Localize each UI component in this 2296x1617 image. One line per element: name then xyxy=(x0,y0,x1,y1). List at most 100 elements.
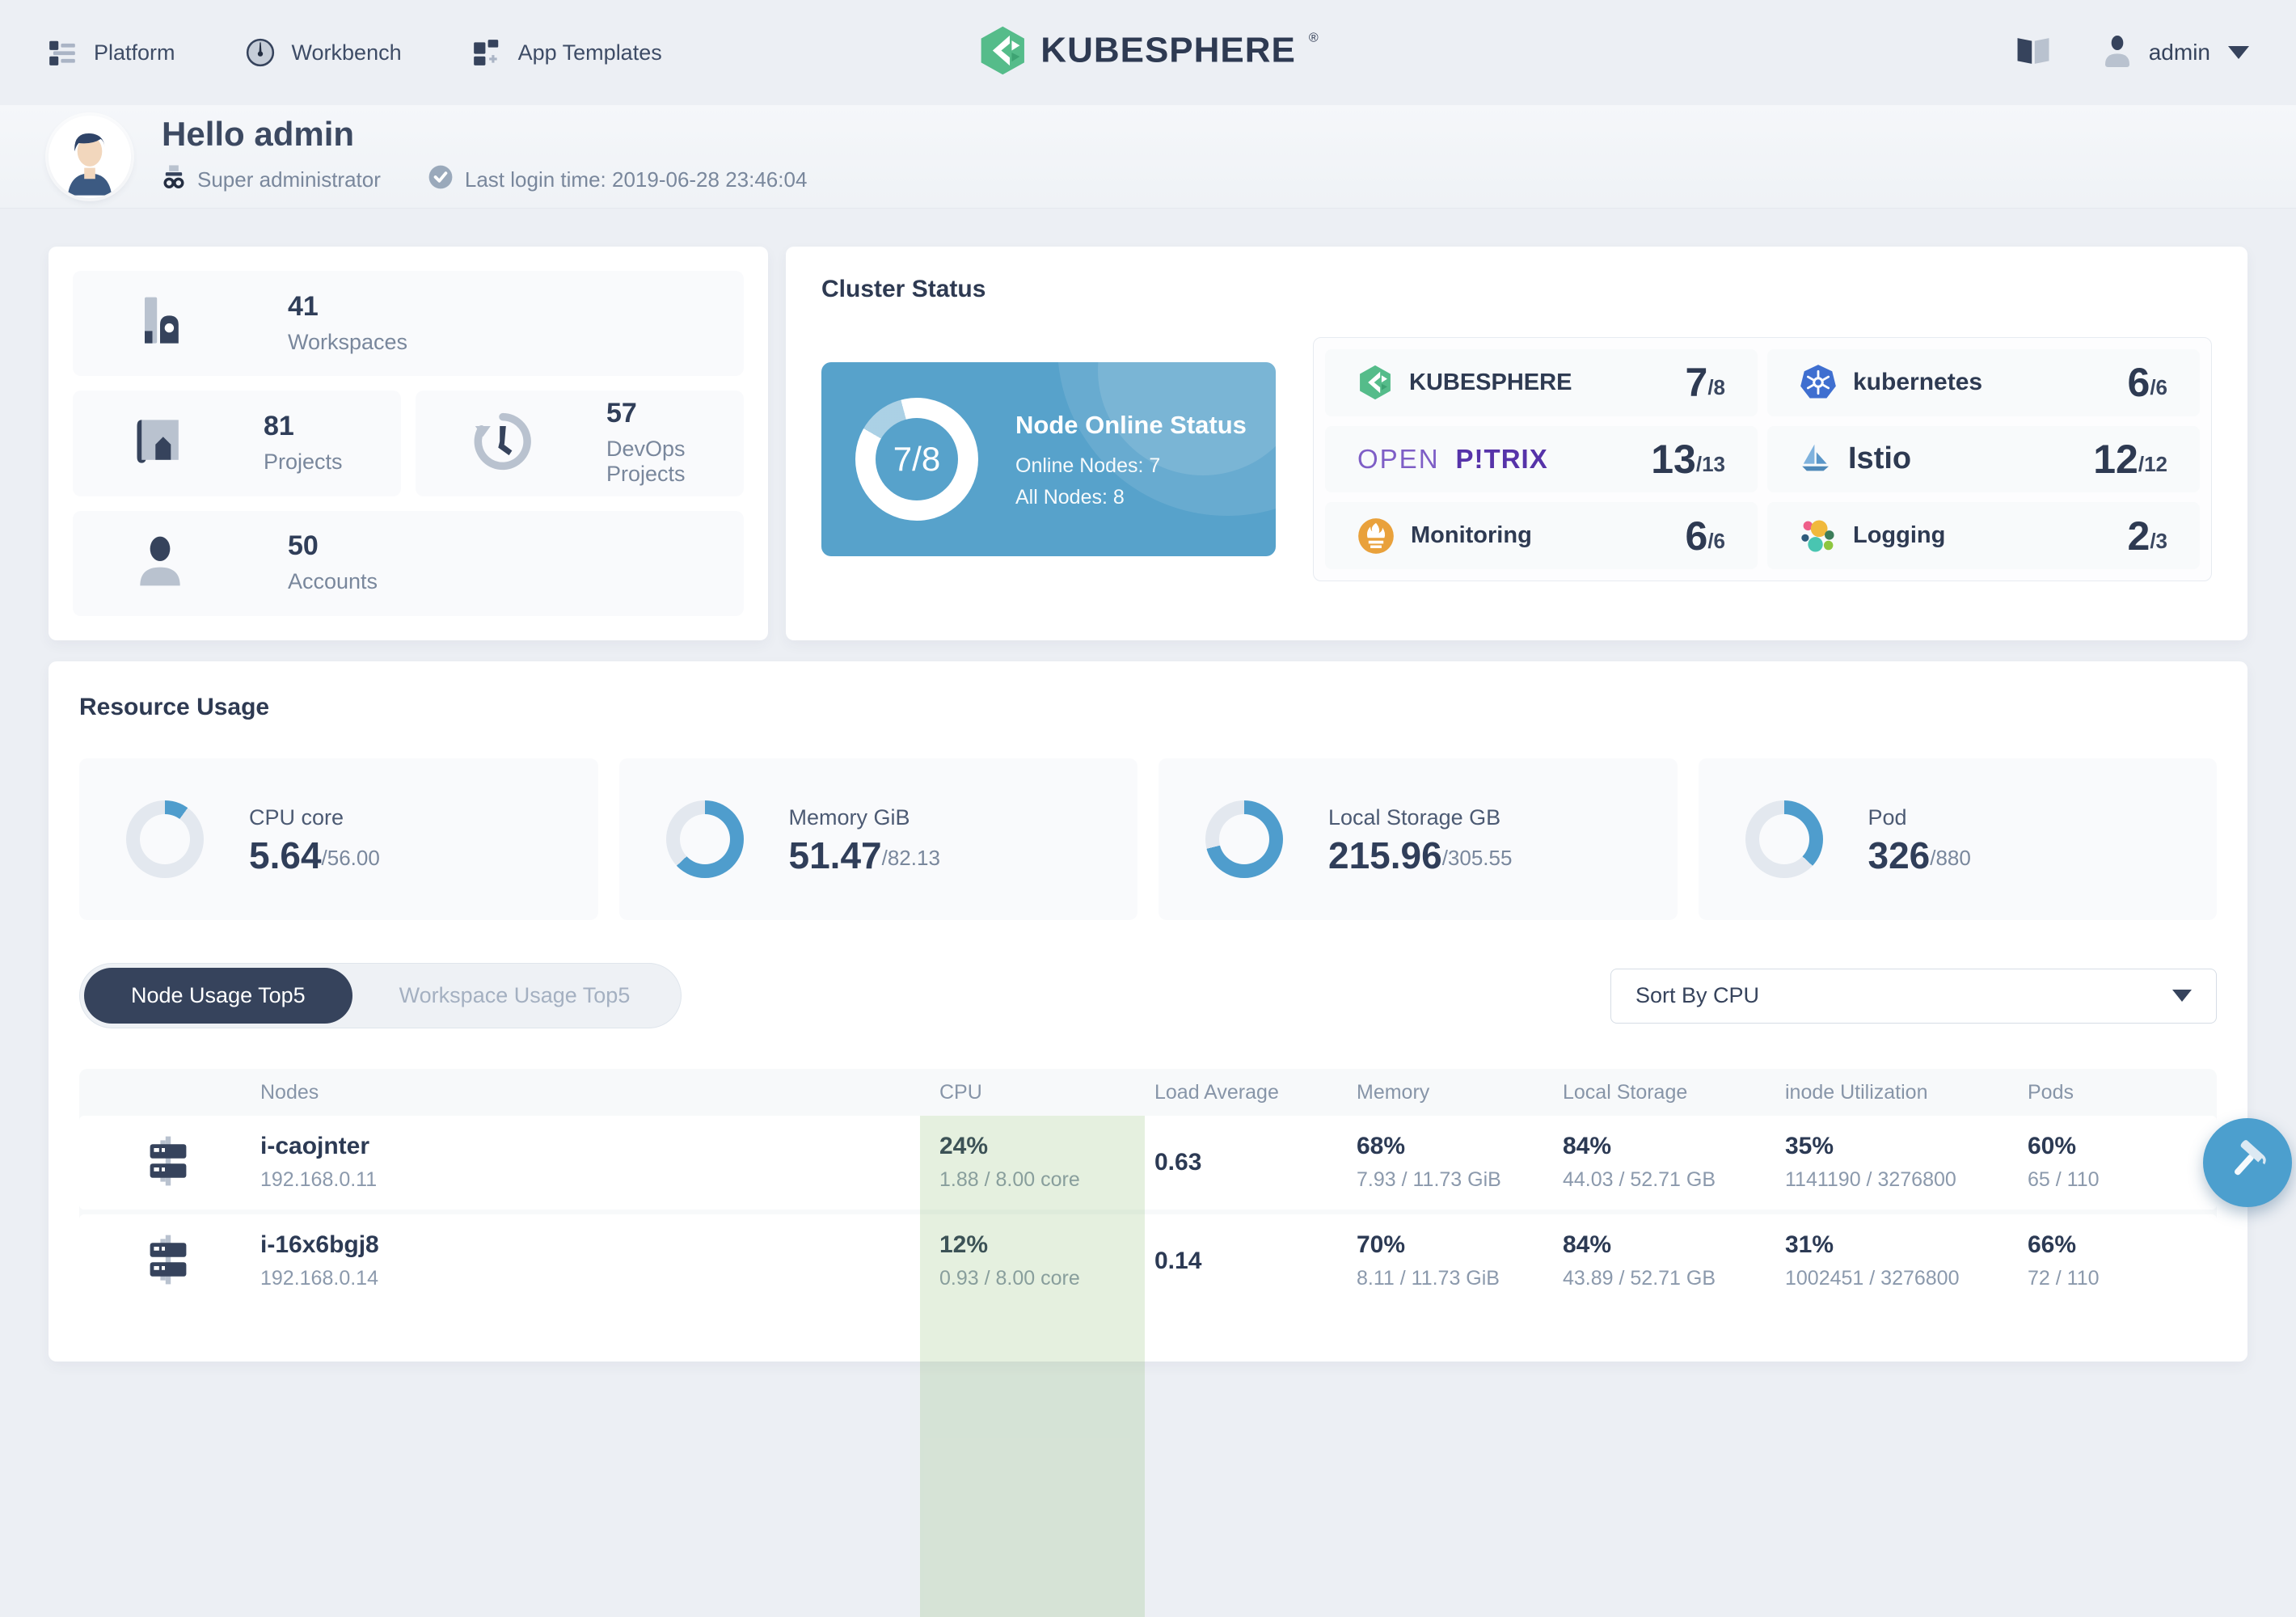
nav-item-label: Workbench xyxy=(291,40,402,65)
node-usage-table: Nodes CPU Load Average Memory Local Stor… xyxy=(79,1069,2217,1617)
clock-check-icon xyxy=(428,164,454,196)
service-total: /6 xyxy=(1707,528,1725,553)
memory-percent: 70% xyxy=(1357,1231,1406,1258)
overview-stats-card: 41 Workspaces 81 Projects 57 DevOps Proj… xyxy=(49,247,768,640)
greeting-title: Hello admin xyxy=(162,115,355,153)
devops-icon xyxy=(472,411,534,476)
col-header-memory: Memory xyxy=(1357,1080,1430,1104)
projects-tile[interactable]: 81 Projects xyxy=(73,391,401,496)
workbench-icon xyxy=(245,37,276,68)
service-monitoring: Monitoring 6 /6 xyxy=(1325,502,1758,569)
devops-label: DevOps Projects xyxy=(606,437,686,487)
tab-node-usage-top5[interactable]: Node Usage Top5 xyxy=(84,968,352,1024)
service-value: 12 xyxy=(2093,436,2138,482)
nav-item-platform[interactable]: Platform xyxy=(47,37,175,68)
pods-percent: 60% xyxy=(2028,1132,2077,1159)
toolbox-fab-button[interactable] xyxy=(2203,1118,2292,1207)
istio-icon xyxy=(1800,441,1832,478)
cpu-detail: 0.93 / 8.00 core xyxy=(939,1266,1080,1290)
table-header-row: Nodes CPU Load Average Memory Local Stor… xyxy=(79,1069,2217,1116)
devops-tile[interactable]: 57 DevOps Projects xyxy=(416,391,744,496)
cpu-metric-card: CPU core 5.64 /56.00 xyxy=(79,758,598,920)
storage-detail: 44.03 / 52.71 GB xyxy=(1563,1167,1716,1191)
user-menu[interactable]: admin xyxy=(2104,35,2249,71)
user-menu-caret-icon xyxy=(2228,46,2249,59)
nav-item-app-templates[interactable]: App Templates xyxy=(471,37,662,68)
memory-detail: 7.93 / 11.73 GiB xyxy=(1357,1167,1501,1191)
nav-item-label: Platform xyxy=(94,40,175,65)
nav-right-group: admin xyxy=(2015,35,2249,71)
service-total: /6 xyxy=(2150,375,2167,400)
docs-book-icon[interactable] xyxy=(2015,35,2052,71)
tab-workspace-usage-top5[interactable]: Workspace Usage Top5 xyxy=(352,968,677,1024)
service-istio: Istio 12 /12 xyxy=(1767,425,2200,493)
service-total: /12 xyxy=(2138,451,2167,476)
user-role: Super administrator xyxy=(162,164,381,196)
inode-detail: 1002451 / 3276800 xyxy=(1785,1266,1960,1290)
pods-percent: 66% xyxy=(2028,1231,2077,1258)
workspaces-tile[interactable]: 41 Workspaces xyxy=(73,271,744,377)
openpitrix-wordmark-bold: P!TRIX xyxy=(1455,443,1548,474)
hammer-icon xyxy=(2222,1136,2273,1190)
metric-total: /305.55 xyxy=(1441,845,1513,870)
inode-percent: 35% xyxy=(1785,1132,1834,1159)
kubesphere-service-icon xyxy=(1357,364,1393,401)
service-value: 6 xyxy=(1685,513,1708,559)
service-name-label: KUBESPHERE xyxy=(1409,369,1572,395)
service-name-label: kubernetes xyxy=(1853,369,1983,396)
memory-donut xyxy=(665,800,744,878)
accounts-label: Accounts xyxy=(288,569,378,594)
node-ip: 192.168.0.14 xyxy=(260,1266,378,1290)
cluster-status-title: Cluster Status xyxy=(821,276,986,302)
platform-icon xyxy=(47,37,78,68)
service-total: /3 xyxy=(2150,528,2167,553)
service-value: 7 xyxy=(1685,360,1708,406)
brand-wordmark: KUBESPHERE xyxy=(1040,30,1296,70)
accounts-tile[interactable]: 50 Accounts xyxy=(73,510,744,616)
kubesphere-logo-icon xyxy=(977,25,1028,81)
role-badge-icon xyxy=(162,164,186,196)
load-average-value: 0.63 xyxy=(1154,1149,1202,1176)
col-header-load-average: Load Average xyxy=(1154,1080,1279,1104)
table-row[interactable]: i-16x6bgj8 192.168.0.14 12% 0.93 / 8.00 … xyxy=(79,1214,2217,1308)
service-kubernetes: kubernetes 6 /6 xyxy=(1767,349,2200,416)
col-header-pods: Pods xyxy=(2028,1080,2074,1104)
last-login-label: Last login time: 2019-06-28 23:46:04 xyxy=(464,167,808,192)
memory-detail: 8.11 / 11.73 GiB xyxy=(1357,1266,1500,1290)
storage-detail: 43.89 / 52.71 GB xyxy=(1563,1266,1716,1290)
kubesphere-logo[interactable]: KUBESPHERE ® xyxy=(977,25,1319,81)
nav-left-group: Platform Workbench App Templates xyxy=(47,37,662,68)
usage-tabs: Node Usage Top5 Workspace Usage Top5 xyxy=(79,963,682,1028)
greeting-band: Hello admin Super administrator Last log… xyxy=(0,105,2296,209)
server-icon xyxy=(142,1135,194,1191)
node-online-fraction: 7/8 xyxy=(893,440,941,478)
user-avatar-icon xyxy=(2104,35,2131,71)
table-row[interactable]: i-caojnter 192.168.0.11 24% 1.88 / 8.00 … xyxy=(79,1116,2217,1210)
devops-count: 57 xyxy=(606,398,637,429)
workspaces-icon xyxy=(129,291,191,357)
openpitrix-logo: OPEN P!TRIX xyxy=(1357,444,1548,475)
service-openpitrix: OPEN P!TRIX 13 /13 xyxy=(1325,425,1758,493)
resource-usage-card: Resource Usage CPU core 5.64 /56.00 Memo… xyxy=(49,661,2247,1617)
service-value: 13 xyxy=(1651,436,1696,482)
service-value: 2 xyxy=(2127,513,2150,559)
node-online-donut: 7/8 xyxy=(855,398,978,521)
workspaces-count: 41 xyxy=(288,290,319,322)
greeting-text: Hello admin Super administrator Last log… xyxy=(162,117,807,196)
cluster-status-card: Cluster Status 7/8 Node Online Status On… xyxy=(786,247,2247,640)
kubernetes-icon xyxy=(1800,364,1837,401)
sort-by-select[interactable]: Sort By CPU xyxy=(1610,968,2217,1024)
node-online-title: Node Online Status xyxy=(1015,410,1247,439)
online-nodes-count: Online Nodes: 7 xyxy=(1015,454,1161,478)
projects-icon xyxy=(129,411,191,476)
metric-label: Local Storage GB xyxy=(1328,804,1501,830)
app-templates-icon xyxy=(471,37,502,68)
storage-percent: 84% xyxy=(1563,1231,1612,1258)
metric-label: CPU core xyxy=(249,804,344,830)
service-name-label: Monitoring xyxy=(1411,522,1532,549)
nav-item-workbench[interactable]: Workbench xyxy=(245,37,402,68)
inode-detail: 1141190 / 3276800 xyxy=(1785,1167,1956,1191)
memory-percent: 68% xyxy=(1357,1132,1406,1159)
sort-caret-icon xyxy=(2172,990,2192,1002)
projects-count: 81 xyxy=(264,410,294,441)
